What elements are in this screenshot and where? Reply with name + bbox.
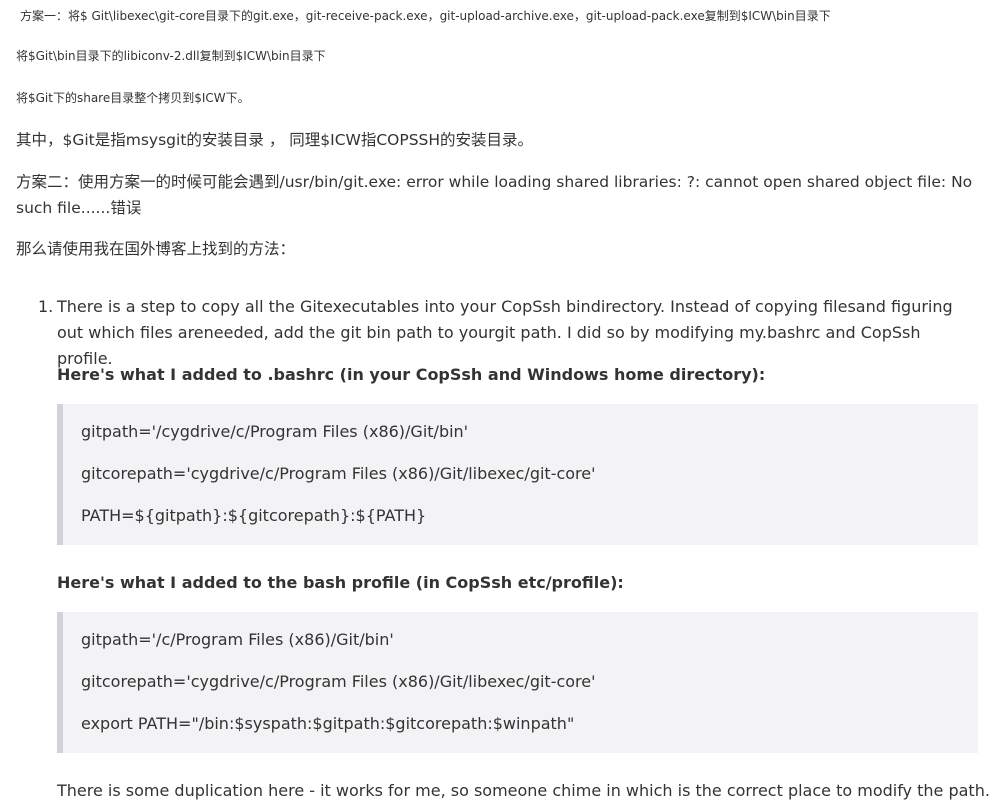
method-intro-paragraph: 那么请使用我在国外博客上找到的方法：	[16, 240, 296, 258]
list-item-number: 1.	[38, 297, 54, 316]
code-line: gitpath='/cygdrive/c/Program Files (x86)…	[81, 422, 469, 441]
path-definition-paragraph: 其中，$Git是指msysgit的安装目录 ， 同理$ICW指COPSSH的安装…	[16, 131, 534, 149]
closing-paragraph: There is some duplication here - it work…	[57, 781, 990, 800]
solution-one-paragraph: 方案一：将$ Git\libexec\git-core目录下的git.exe，g…	[20, 9, 831, 23]
code-line: gitpath='/c/Program Files (x86)/Git/bin'	[81, 630, 394, 649]
article-body: 方案一：将$ Git\libexec\git-core目录下的git.exe，g…	[0, 0, 996, 807]
solution-two-paragraph: 方案二：使用方案一的时候可能会遇到/usr/bin/git.exe: error…	[16, 173, 973, 217]
code-line: PATH=${gitpath}:${gitcorepath}:${PATH}	[81, 506, 427, 525]
bashrc-heading: Here's what I added to .bashrc (in your …	[57, 365, 766, 384]
copy-libiconv-paragraph: 将$Git\bin目录下的libiconv-2.dll复制到$ICW\bin目录…	[16, 49, 326, 63]
code-line: gitcorepath='cygdrive/c/Program Files (x…	[81, 464, 596, 483]
bashrc-code-block: gitpath='/cygdrive/c/Program Files (x86)…	[57, 404, 978, 545]
code-line: export PATH="/bin:$syspath:$gitpath:$git…	[81, 714, 575, 733]
list-item-text: There is a step to copy all the Gitexecu…	[57, 297, 953, 368]
copy-share-paragraph: 将$Git下的share目录整个拷贝到$ICW下。	[16, 91, 250, 105]
list-item: There is a step to copy all the Gitexecu…	[57, 294, 990, 800]
code-line: gitcorepath='cygdrive/c/Program Files (x…	[81, 672, 596, 691]
profile-code-block: gitpath='/c/Program Files (x86)/Git/bin'…	[57, 612, 978, 753]
bash-profile-heading: Here's what I added to the bash profile …	[57, 573, 624, 592]
